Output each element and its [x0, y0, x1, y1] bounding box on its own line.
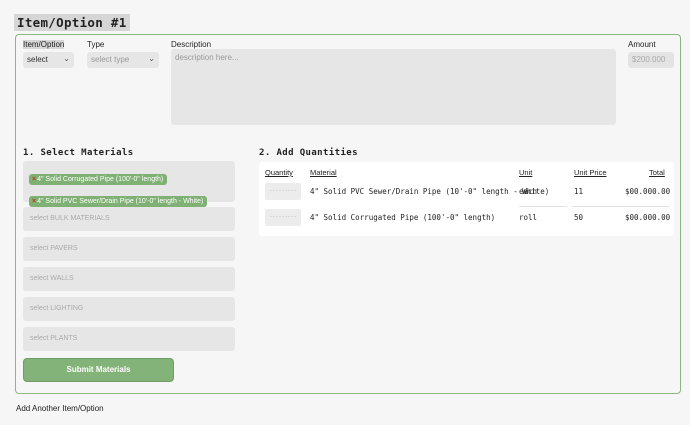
- select-placeholder: select BULK MATERIALS: [30, 215, 110, 222]
- row-total: $00.000.00: [625, 187, 671, 196]
- column-header-unit-price: Unit Price: [574, 168, 607, 177]
- column-header-quantity: Quantity: [265, 168, 293, 177]
- chevron-down-icon: ⌄: [148, 54, 155, 63]
- column-header-unit: Unit: [519, 168, 533, 177]
- quantities-table: Quantity Material Unit Unit Price Total …: [259, 162, 674, 236]
- unit-field-underline: [519, 206, 567, 207]
- amount-input[interactable]: $200.000: [628, 52, 674, 68]
- description-placeholder: description here...: [175, 53, 239, 62]
- select-placeholder: select PAVERS: [30, 245, 78, 252]
- select-placeholder: select LIGHTING: [30, 305, 84, 312]
- select-placeholder: select PLANTS: [30, 335, 78, 342]
- row-unit: each: [519, 187, 538, 196]
- remove-icon[interactable]: ×: [32, 176, 36, 183]
- row-total: $00.000.00: [625, 213, 671, 222]
- type-label: Type: [87, 40, 105, 49]
- walls-select[interactable]: select WALLS: [23, 267, 235, 291]
- selected-materials-box[interactable]: ×4" Solid Corrugated Pipe (100'-0" lengt…: [23, 161, 235, 207]
- quantity-input[interactable]: ---------: [265, 209, 301, 226]
- bulk-materials-select[interactable]: select BULK MATERIALS: [23, 207, 235, 231]
- select-materials-title: 1. Select Materials: [23, 148, 134, 158]
- amount-placeholder: $200.000: [632, 55, 666, 64]
- chevron-down-icon: ⌄: [63, 54, 70, 63]
- price-field-underline: [572, 206, 670, 207]
- row-material: 4" Solid Corrugated Pipe (100'-0" length…: [310, 213, 496, 222]
- lighting-select[interactable]: select LIGHTING: [23, 297, 235, 321]
- item-option-select[interactable]: select ⌄: [23, 52, 74, 68]
- row-material: 4" Solid PVC Sewer/Drain Pipe (10'-0" le…: [310, 187, 550, 196]
- material-chip[interactable]: ×4" Solid PVC Sewer/Drain Pipe (10'-0" l…: [29, 196, 208, 207]
- add-another-item-link[interactable]: Add Another Item/Option: [16, 404, 104, 413]
- add-quantities-title: 2. Add Quantities: [259, 148, 358, 158]
- column-header-total: Total: [649, 168, 665, 177]
- amount-label: Amount: [628, 40, 656, 49]
- item-option-panel: Item/Option select ⌄ Type select type ⌄ …: [15, 34, 681, 394]
- type-select[interactable]: select type ⌄: [87, 52, 159, 68]
- remove-icon[interactable]: ×: [32, 198, 36, 205]
- row-unit: roll: [519, 213, 538, 222]
- item-option-label: Item/Option: [23, 40, 65, 49]
- description-textarea[interactable]: description here...: [171, 49, 616, 125]
- material-chip-label: 4" Solid PVC Sewer/Drain Pipe (10'-0" le…: [37, 198, 204, 205]
- column-header-material: Material: [310, 168, 337, 177]
- row-unit-price: 11: [574, 187, 584, 196]
- material-chip-label: 4" Solid Corrugated Pipe (100'-0" length…: [37, 176, 164, 183]
- description-label: Description: [171, 40, 212, 49]
- select-placeholder: select WALLS: [30, 275, 74, 282]
- material-chip[interactable]: ×4" Solid Corrugated Pipe (100'-0" lengt…: [29, 174, 168, 185]
- page-title: Item/Option #1: [14, 14, 130, 31]
- row-unit-price: 50: [574, 213, 584, 222]
- pavers-select[interactable]: select PAVERS: [23, 237, 235, 261]
- type-select-placeholder: select type: [91, 55, 130, 64]
- plants-select[interactable]: select PLANTS: [23, 327, 235, 351]
- quantity-input[interactable]: ---------: [265, 183, 301, 200]
- submit-materials-button[interactable]: Submit Materials: [23, 358, 174, 382]
- item-option-select-value: select: [27, 55, 48, 64]
